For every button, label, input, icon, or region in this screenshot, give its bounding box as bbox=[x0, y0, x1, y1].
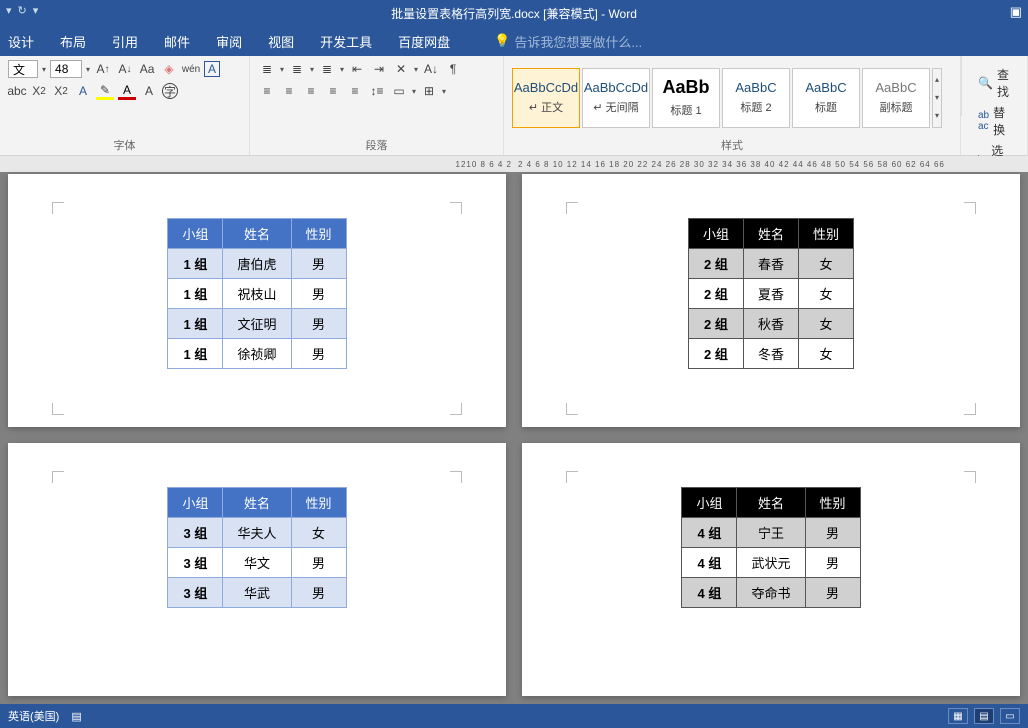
numbering-button[interactable]: ≣ bbox=[288, 60, 306, 78]
showhide-button[interactable]: ¶ bbox=[444, 60, 462, 78]
gallery-up-icon[interactable]: ▴ bbox=[935, 75, 939, 84]
clear-format-button[interactable]: ◈ bbox=[160, 60, 178, 78]
subscript-button[interactable]: X2 bbox=[30, 82, 48, 100]
change-case-button[interactable]: Aa bbox=[138, 60, 156, 78]
macro-icon[interactable]: ▤ bbox=[71, 710, 81, 723]
strikethrough-button[interactable]: abc bbox=[8, 82, 26, 100]
align-distribute-button[interactable]: ≡ bbox=[346, 82, 364, 100]
styles-gallery: AaBbCcDd ↵ 正文 AaBbCcDd ↵ 无间隔 AaBb 标题 1 A… bbox=[512, 68, 952, 128]
bulb-icon: 💡 bbox=[494, 33, 510, 49]
borders-button[interactable]: ⊞ bbox=[420, 82, 438, 100]
edit-group: 🔍查找 abac替换 ▷选择 编辑 bbox=[962, 56, 1028, 155]
titlebar: ▾ ↻ ▾ 批量设置表格行高列宽.docx [兼容模式] - Word ▣ bbox=[0, 0, 1028, 26]
gallery-down-icon[interactable]: ▾ bbox=[935, 93, 939, 102]
align-justify-button[interactable]: ≡ bbox=[324, 82, 342, 100]
document-area: 1210 8 6 4 2 2 4 6 8 10 12 14 16 18 20 2… bbox=[0, 156, 1028, 704]
style-subtitle[interactable]: AaBbC 副标题 bbox=[862, 68, 930, 128]
paragraph-group: ≣▾ ≣▾ ≣▾ ⇤ ⇥ ✕▾ A↓ ¶ ≡ ≡ ≡ ≡ ≡ ↕≡ ▭▾ ⊞▾ … bbox=[250, 56, 504, 155]
tellme[interactable]: 💡 告诉我您想要做什么... bbox=[494, 32, 642, 51]
styles-group: AaBbCcDd ↵ 正文 AaBbCcDd ↵ 无间隔 AaBb 标题 1 A… bbox=[504, 56, 961, 155]
ruler-left: 1210 8 6 4 2 bbox=[0, 156, 516, 172]
shrink-font-button[interactable]: A↓ bbox=[116, 60, 134, 78]
shading-button[interactable]: ▭ bbox=[390, 82, 408, 100]
qat-redo-icon[interactable]: ↻ bbox=[18, 4, 27, 17]
align-left-button[interactable]: ≡ bbox=[258, 82, 276, 100]
align-center-button[interactable]: ≡ bbox=[280, 82, 298, 100]
gallery-more-icon[interactable]: ▾ bbox=[935, 111, 939, 120]
styles-group-label: 样式 bbox=[512, 135, 952, 153]
superscript-button[interactable]: X2 bbox=[52, 82, 70, 100]
indent-inc-button[interactable]: ⇥ bbox=[370, 60, 388, 78]
table-4[interactable]: 小组姓名性别 4 组宁王男 4 组武状元男 4 组夺命书男 bbox=[681, 487, 860, 608]
page-2[interactable]: 小组姓名性别 2 组春香女 2 组夏香女 2 组秋香女 2 组冬香女 bbox=[522, 174, 1020, 427]
find-button[interactable]: 🔍查找 bbox=[978, 66, 1011, 100]
font-group: ▾ ▾ A↑ A↓ Aa ◈ wén A abc X2 X2 A ✎ A A 字… bbox=[0, 56, 250, 155]
tab-view[interactable]: 视图 bbox=[268, 32, 294, 51]
page-4[interactable]: 小组姓名性别 4 组宁王男 4 组武状元男 4 组夺命书男 bbox=[522, 443, 1020, 696]
tab-baidu[interactable]: 百度网盘 bbox=[398, 32, 450, 51]
language-status[interactable]: 英语(美国) bbox=[8, 708, 59, 724]
style-nospacing[interactable]: AaBbCcDd ↵ 无间隔 bbox=[582, 68, 650, 128]
statusbar: 英语(美国) ▤ ▦ ▤ ▭ bbox=[0, 704, 1028, 728]
enclose-char-button[interactable]: 字 bbox=[162, 83, 178, 99]
tab-layout[interactable]: 布局 bbox=[60, 32, 86, 51]
print-layout-button[interactable]: ▤ bbox=[974, 708, 994, 724]
font-group-label: 字体 bbox=[8, 135, 241, 153]
page-3[interactable]: 小组姓名性别 3 组华夫人女 3 组华文男 3 组华武男 bbox=[8, 443, 506, 696]
multilevel-button[interactable]: ≣ bbox=[318, 60, 336, 78]
table-3[interactable]: 小组姓名性别 3 组华夫人女 3 组华文男 3 组华武男 bbox=[167, 487, 346, 608]
ribbon: ▾ ▾ A↑ A↓ Aa ◈ wén A abc X2 X2 A ✎ A A 字… bbox=[0, 56, 1028, 156]
tellme-text: 告诉我您想要做什么... bbox=[514, 32, 642, 51]
char-shading-button[interactable]: A bbox=[140, 82, 158, 100]
tab-review[interactable]: 审阅 bbox=[216, 32, 242, 51]
align-right-button[interactable]: ≡ bbox=[302, 82, 320, 100]
qat-save-icon[interactable]: ▾ bbox=[6, 4, 12, 17]
read-mode-button[interactable]: ▦ bbox=[948, 708, 968, 724]
tab-design[interactable]: 设计 bbox=[8, 32, 34, 51]
text-effects-button[interactable]: A bbox=[74, 82, 92, 100]
char-border-button[interactable]: A bbox=[204, 61, 220, 77]
doc-title: 批量设置表格行高列宽.docx [兼容模式] - Word bbox=[391, 5, 637, 22]
qat-dd-icon[interactable]: ▾ bbox=[33, 4, 39, 17]
page-1[interactable]: 小组姓名性别 1 组唐伯虎男 1 组祝枝山男 1 组文征明男 1 组徐祯卿男 bbox=[8, 174, 506, 427]
table-1[interactable]: 小组姓名性别 1 组唐伯虎男 1 组祝枝山男 1 组文征明男 1 组徐祯卿男 bbox=[167, 218, 346, 369]
tab-references[interactable]: 引用 bbox=[112, 32, 138, 51]
line-spacing-button[interactable]: ↕≡ bbox=[368, 82, 386, 100]
phonetic-button[interactable]: wén bbox=[182, 60, 200, 78]
font-size-input[interactable] bbox=[50, 60, 82, 78]
style-normal[interactable]: AaBbCcDd ↵ 正文 bbox=[512, 68, 580, 128]
font-name-input[interactable] bbox=[8, 60, 38, 78]
font-color-button[interactable]: A bbox=[118, 82, 136, 100]
style-heading2[interactable]: AaBbC 标题 2 bbox=[722, 68, 790, 128]
style-heading1[interactable]: AaBb 标题 1 bbox=[652, 68, 720, 128]
para-group-label: 段落 bbox=[258, 135, 495, 153]
tab-mailings[interactable]: 邮件 bbox=[164, 32, 190, 51]
ribbon-tabs: 设计 布局 引用 邮件 审阅 视图 开发工具 百度网盘 💡 告诉我您想要做什么.… bbox=[0, 26, 1028, 56]
style-title[interactable]: AaBbC 标题 bbox=[792, 68, 860, 128]
ruler-right: 2 4 6 8 10 12 14 16 18 20 22 24 26 28 30… bbox=[516, 156, 1028, 172]
bullets-button[interactable]: ≣ bbox=[258, 60, 276, 78]
grow-font-button[interactable]: A↑ bbox=[94, 60, 112, 78]
tab-developer[interactable]: 开发工具 bbox=[320, 32, 372, 51]
web-layout-button[interactable]: ▭ bbox=[1000, 708, 1020, 724]
highlight-button[interactable]: ✎ bbox=[96, 82, 114, 100]
sort-button[interactable]: A↓ bbox=[422, 60, 440, 78]
indent-dec-button[interactable]: ⇤ bbox=[348, 60, 366, 78]
search-icon: 🔍 bbox=[978, 76, 993, 90]
asian-layout-button[interactable]: ✕ bbox=[392, 60, 410, 78]
window-maximize-icon[interactable]: ▣ bbox=[1010, 4, 1022, 20]
table-2[interactable]: 小组姓名性别 2 组春香女 2 组夏香女 2 组秋香女 2 组冬香女 bbox=[688, 218, 854, 369]
replace-button[interactable]: abac替换 bbox=[978, 104, 1011, 138]
replace-icon: abac bbox=[978, 110, 989, 132]
